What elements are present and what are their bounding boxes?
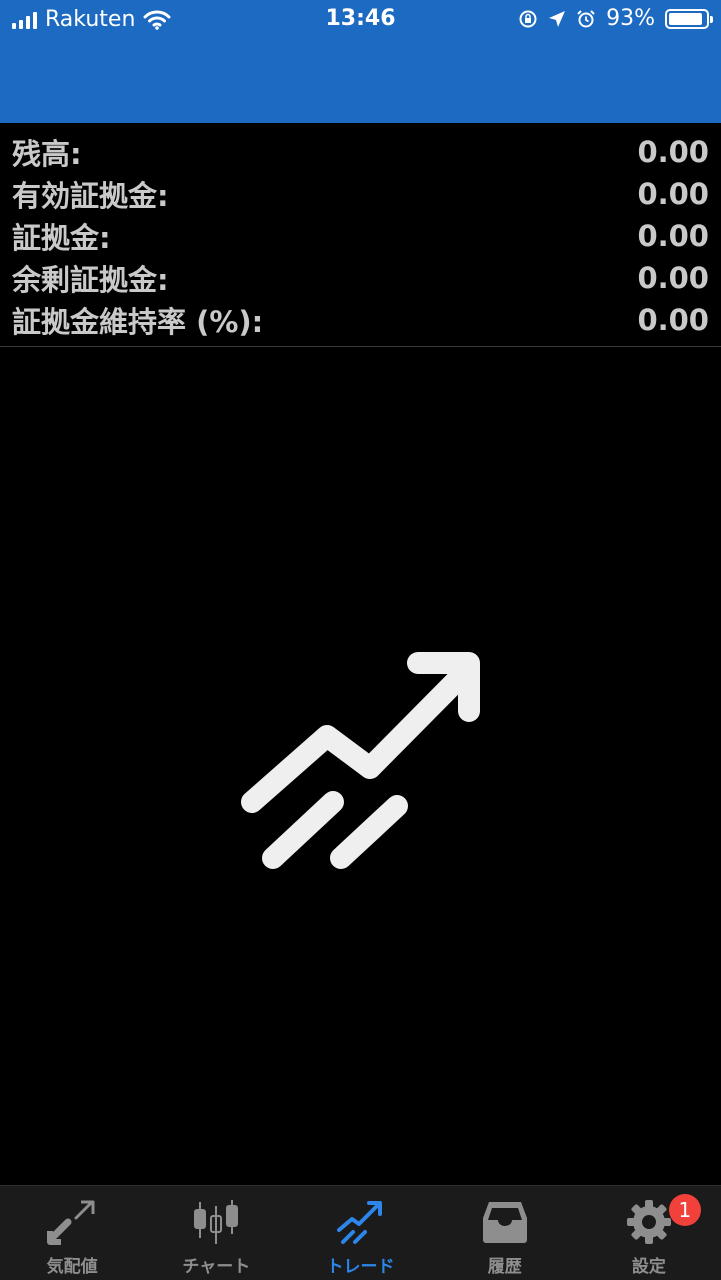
tab-history[interactable]: 履歴 — [433, 1186, 577, 1280]
tab-trade[interactable]: トレード — [288, 1186, 432, 1280]
margin-level-value: 0.00 — [637, 303, 709, 337]
summary-row-free-margin: 余剰証拠金: 0.00 — [12, 257, 709, 299]
margin-label: 証拠金: — [12, 221, 111, 255]
header-bar: Rakuten 13:46 93% — [0, 0, 721, 123]
battery-fill — [669, 12, 703, 25]
location-arrow-icon — [549, 10, 566, 27]
tab-chart-label: チャート — [182, 1257, 251, 1277]
tab-chart[interactable]: チャート — [144, 1186, 288, 1280]
tab-bar: 気配値 チャート トレード 履歴 設定 1 — [0, 1185, 721, 1280]
battery-percent: 93% — [606, 6, 655, 31]
summary-row-balance: 残高: 0.00 — [12, 131, 709, 173]
summary-row-margin: 証拠金: 0.00 — [12, 215, 709, 257]
quotes-icon — [47, 1200, 95, 1245]
tab-quotes[interactable]: 気配値 — [0, 1186, 144, 1280]
candlestick-icon — [194, 1200, 239, 1244]
trend-up-arrow-icon — [241, 652, 480, 869]
free-margin-value: 0.00 — [637, 261, 709, 295]
trade-icon — [336, 1201, 382, 1244]
equity-label: 有効証拠金: — [12, 179, 169, 213]
status-bar: Rakuten 13:46 93% — [0, 0, 721, 40]
alarm-icon — [577, 9, 595, 27]
tab-settings-label: 設定 — [631, 1257, 666, 1277]
balance-value: 0.00 — [637, 135, 709, 169]
summary-row-margin-level: 証拠金維持率 (%): 0.00 — [12, 299, 709, 341]
free-margin-label: 余剰証拠金: — [12, 263, 169, 297]
account-summary: 残高: 0.00 有効証拠金: 0.00 証拠金: 0.00 余剰証拠金: 0.… — [0, 123, 721, 347]
trade-screen: Rakuten 13:46 93% 残高: 0.00 有効証拠金: 0.00 証… — [0, 0, 721, 1280]
tab-history-label: 履歴 — [487, 1257, 522, 1277]
history-inbox-icon — [482, 1202, 527, 1243]
margin-value: 0.00 — [637, 219, 709, 253]
equity-value: 0.00 — [637, 177, 709, 211]
balance-label: 残高: — [12, 137, 82, 171]
battery-icon — [665, 8, 713, 29]
gear-icon — [626, 1200, 671, 1244]
tab-trade-label: トレード — [326, 1257, 395, 1277]
rotation-lock-icon — [519, 10, 537, 27]
settings-notification-badge: 1 — [668, 1194, 701, 1226]
tab-quotes-label: 気配値 — [46, 1257, 98, 1277]
tab-settings[interactable]: 設定 1 — [577, 1186, 721, 1280]
summary-row-equity: 有効証拠金: 0.00 — [12, 173, 709, 215]
margin-level-label: 証拠金維持率 (%): — [12, 305, 264, 339]
